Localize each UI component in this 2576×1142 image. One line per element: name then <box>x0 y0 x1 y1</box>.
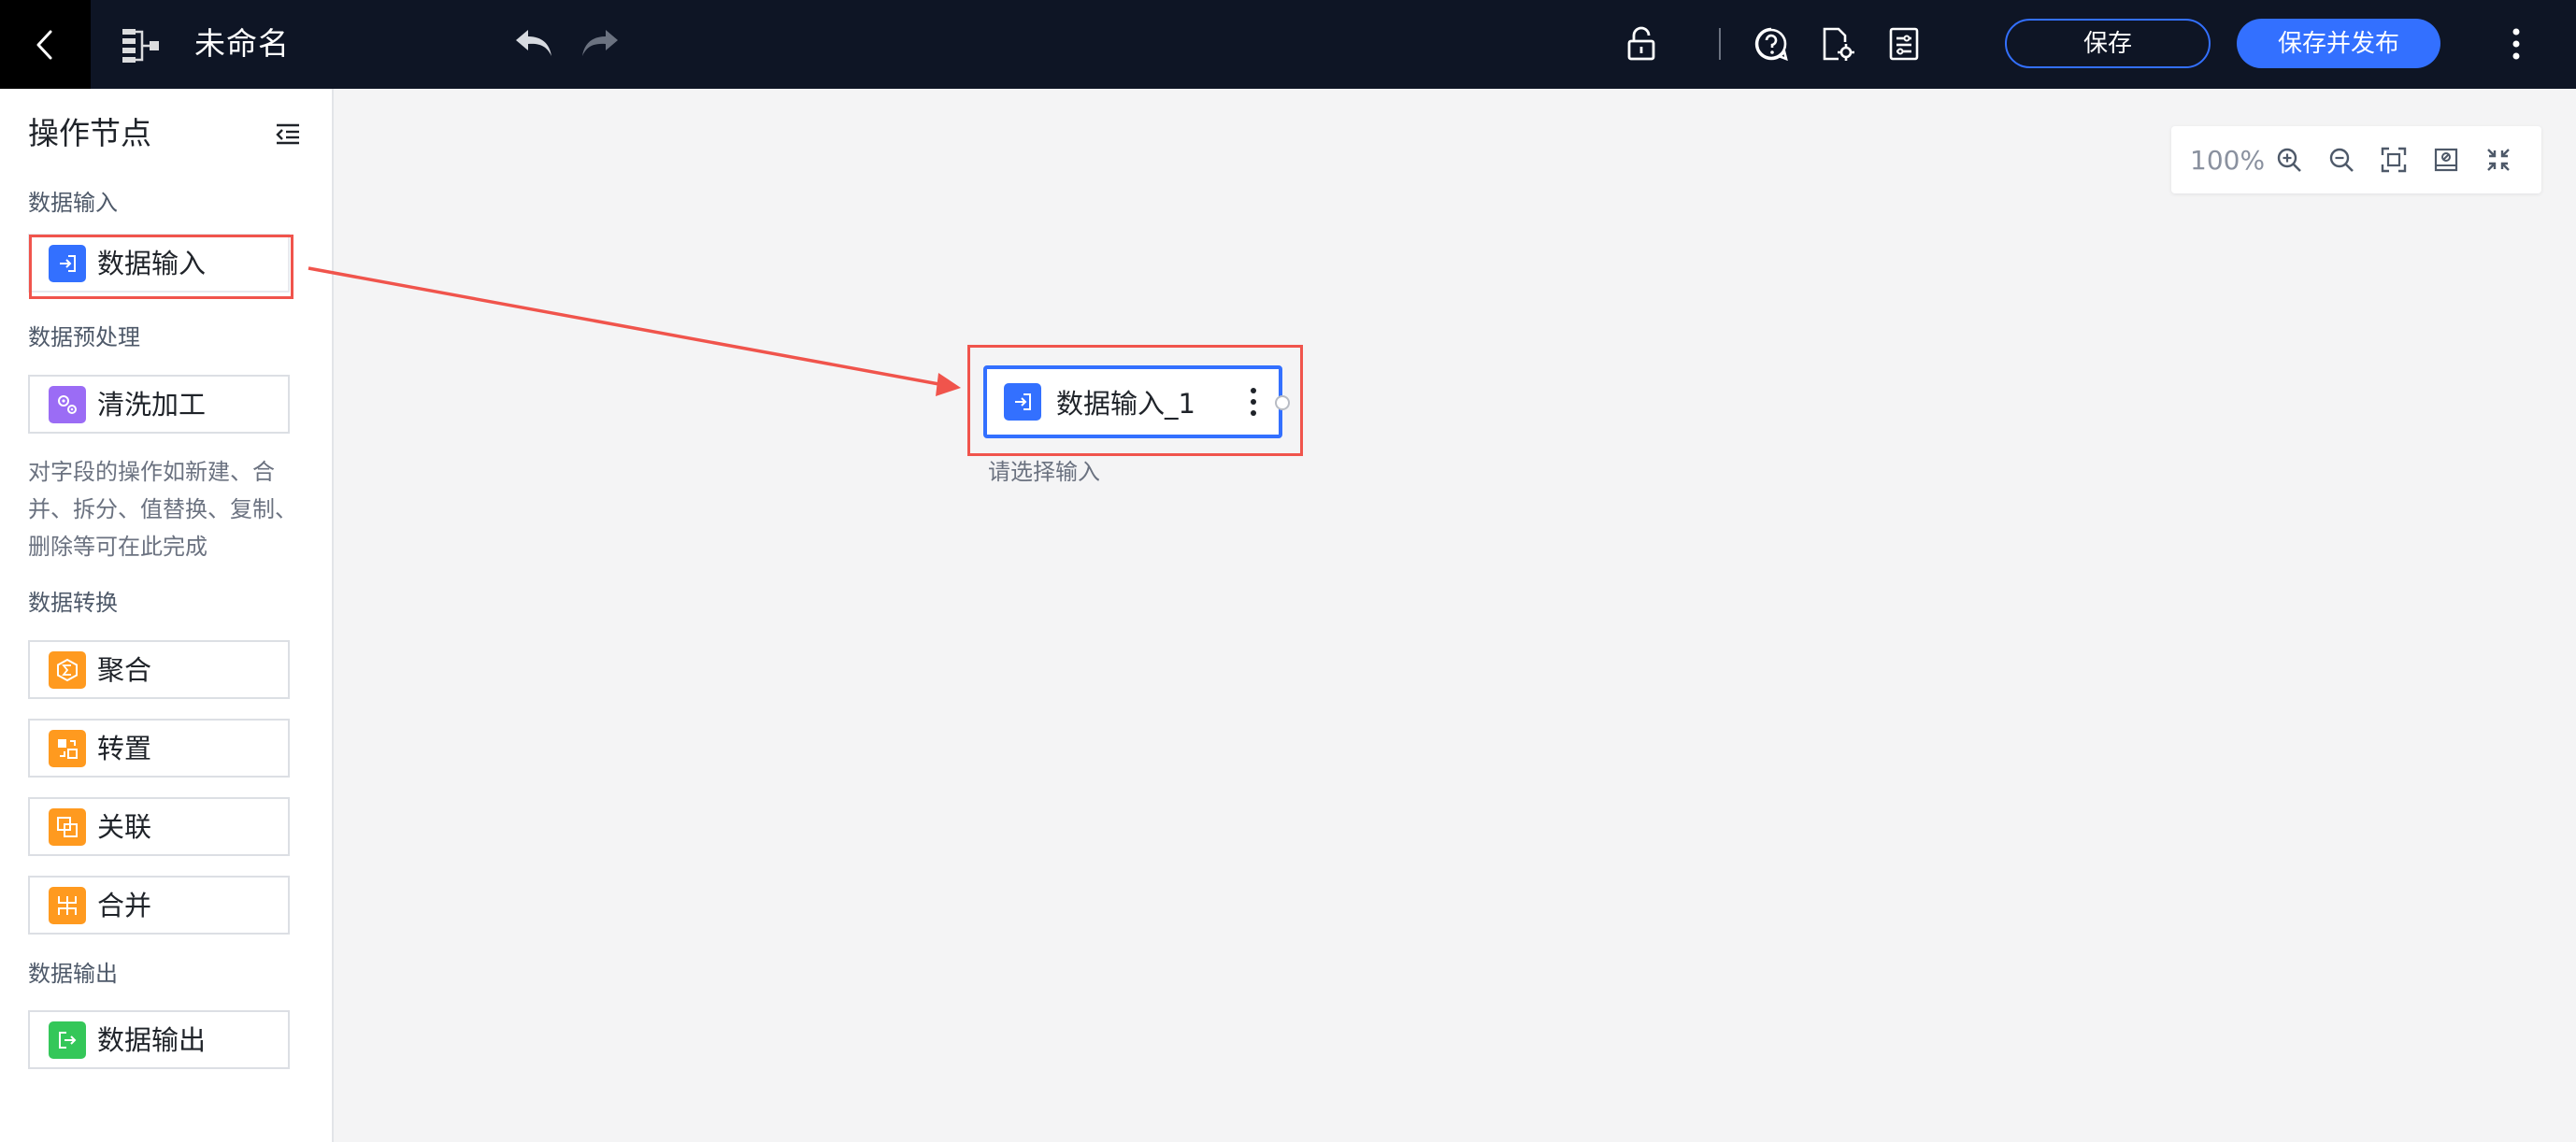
toolbar-divider <box>1719 28 1721 60</box>
back-button[interactable] <box>0 0 91 89</box>
top-bar: 未命名 保存 保存并发布 <box>0 0 2576 89</box>
redo-button[interactable] <box>576 21 624 65</box>
transpose-icon <box>49 729 86 767</box>
minimap-button[interactable] <box>2420 134 2472 186</box>
node-union[interactable]: 合并 <box>28 876 290 935</box>
zoom-in-icon <box>2277 148 2301 172</box>
join-icon <box>49 807 86 846</box>
data-input-icon <box>49 244 86 282</box>
node-hint: 请选择输入 <box>988 459 1100 485</box>
page-title[interactable]: 未命名 <box>194 21 290 67</box>
node-transpose[interactable]: 转置 <box>28 719 290 778</box>
save-button[interactable]: 保存 <box>2005 19 2211 68</box>
data-output-icon <box>49 1021 86 1059</box>
variables-icon <box>1889 27 1919 61</box>
node-label: 数据输入 <box>97 247 207 279</box>
flow-node-label: 数据输入_1 <box>1056 388 1195 420</box>
node-label: 数据输出 <box>97 1023 207 1056</box>
flow-node-data-input-1[interactable]: 数据输入_1 <box>983 365 1282 438</box>
aggregate-icon <box>49 650 86 689</box>
collapse-menu-icon <box>276 123 299 145</box>
more-vertical-icon <box>1251 388 1256 416</box>
save-and-publish-button[interactable]: 保存并发布 <box>2237 19 2440 68</box>
node-aggregate[interactable]: 聚合 <box>28 640 290 699</box>
node-label: 合并 <box>97 889 152 921</box>
collapse-panel-button[interactable] <box>271 117 305 150</box>
undo-icon <box>516 30 551 56</box>
node-data-output[interactable]: 数据输出 <box>28 1010 290 1069</box>
preprocess-description: 对字段的操作如新建、合并、拆分、值替换、复制、删除等可在此完成 <box>28 459 297 560</box>
workflow-icon <box>122 29 159 63</box>
zoom-out-icon <box>2329 148 2354 172</box>
section-title-data-output: 数据输出 <box>28 961 118 987</box>
section-title-data-input: 数据输入 <box>28 190 118 216</box>
flow-canvas[interactable] <box>334 89 2576 1142</box>
redo-icon <box>582 30 618 56</box>
fullscreen-icon <box>2487 149 2510 171</box>
data-input-icon <box>1004 383 1041 421</box>
document-settings-icon <box>1823 27 1854 61</box>
node-clean-process[interactable]: 清洗加工 <box>28 375 290 434</box>
lock-icon <box>1627 26 1655 61</box>
node-join[interactable]: 关联 <box>28 797 290 856</box>
zoom-level: 100% <box>2190 144 2266 176</box>
more-button[interactable] <box>2499 22 2533 65</box>
more-vertical-icon <box>2512 28 2520 60</box>
node-label: 转置 <box>97 732 152 764</box>
undo-button[interactable] <box>509 21 558 65</box>
help-button[interactable] <box>1750 22 1793 65</box>
document-settings-button[interactable] <box>1816 22 1859 65</box>
minimap-icon <box>2434 148 2458 172</box>
node-label: 关联 <box>97 810 152 843</box>
variables-button[interactable] <box>1882 22 1925 65</box>
fullscreen-button[interactable] <box>2472 134 2525 186</box>
section-title-data-preprocess: 数据预处理 <box>28 324 140 350</box>
union-icon <box>49 886 86 924</box>
node-label: 聚合 <box>97 653 152 686</box>
node-menu-button[interactable] <box>1239 378 1267 425</box>
node-output-port[interactable] <box>1275 395 1290 410</box>
zoom-in-button[interactable] <box>2263 134 2315 186</box>
operation-node-panel: 操作节点 数据输入 数据输入 数据预处理 清洗加工 对字段的操作如新建、合并、拆… <box>0 89 334 1142</box>
node-data-input[interactable]: 数据输入 <box>28 234 290 293</box>
clean-process-icon <box>49 385 86 423</box>
zoom-toolbar: 100% <box>2171 126 2541 193</box>
zoom-out-button[interactable] <box>2315 134 2368 186</box>
node-label: 清洗加工 <box>97 388 207 421</box>
section-title-data-transform: 数据转换 <box>28 590 118 616</box>
chevron-left-icon <box>36 30 51 59</box>
lock-button[interactable] <box>1620 22 1663 65</box>
panel-title: 操作节点 <box>28 115 151 151</box>
help-icon <box>1754 27 1788 62</box>
fit-screen-icon <box>2381 147 2407 173</box>
fit-screen-button[interactable] <box>2368 134 2420 186</box>
